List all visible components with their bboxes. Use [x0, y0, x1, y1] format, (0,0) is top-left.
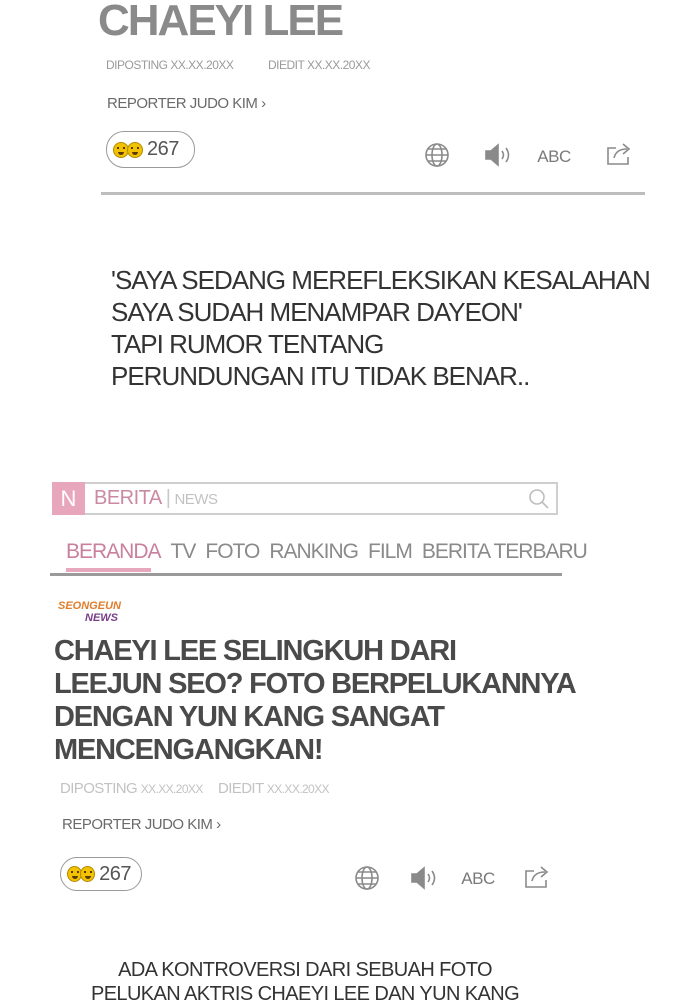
speaker-icon[interactable] — [482, 141, 514, 169]
brand-name: BERITA — [94, 487, 162, 509]
posted-label: DIPOSTING — [60, 780, 138, 797]
nav-item-beranda[interactable]: BERANDA — [66, 540, 162, 564]
nav-item-tv[interactable]: TV — [171, 540, 197, 564]
nav-item-film[interactable]: FILM — [368, 540, 413, 564]
share-icon[interactable] — [521, 863, 553, 891]
posted-date: DIPOSTING XX.XX.20XX — [106, 58, 234, 72]
font-size-button[interactable]: ABC — [536, 144, 572, 170]
globe-icon[interactable] — [423, 141, 451, 169]
headline: CHAEYI LEE SELINGKUH DARI LEEJUN SEO? FO… — [54, 635, 577, 767]
headline-line: CHAEYI LEE SELINGKUH DARI — [54, 635, 457, 667]
search-icon[interactable] — [527, 487, 551, 511]
reaction-button[interactable]: 267 — [106, 131, 195, 168]
headline-line: LEEJUN SEO? FOTO BERPELUKANNYA — [54, 668, 577, 700]
article-title: CHAEYI LEE — [98, 0, 344, 45]
main-nav: BERANDA TV FOTO RANKING FILM BERITA TERB… — [66, 540, 588, 564]
site-logo[interactable]: N — [52, 482, 85, 515]
brand-sub: NEWS — [174, 491, 218, 508]
posted-date: DIPOSTING XX.XX.20XX — [60, 780, 203, 797]
posted-value: XX.XX.20XX — [140, 782, 204, 796]
quote-line: PERUNDUNGAN ITU TIDAK BENAR.. — [111, 361, 530, 391]
edited-date: DIEDIT XX.XX.20XX — [268, 58, 371, 72]
globe-icon[interactable] — [353, 864, 381, 892]
outlet-logo: SEONGEUN — [58, 600, 121, 612]
reaction-count: 267 — [147, 138, 179, 160]
edited-value: XX.XX.20XX — [266, 782, 330, 796]
nav-item-ranking[interactable]: RANKING — [269, 540, 359, 564]
article-intro: ADA KONTROVERSI DARI SEBUAH FOTO PELUKAN… — [0, 958, 610, 1006]
reporter-link[interactable]: REPORTER JUDO KIM › — [107, 95, 266, 112]
emoji-icon — [127, 141, 143, 158]
headline-line: DENGAN YUN KANG SANGAT — [54, 701, 445, 733]
reporter-link[interactable]: REPORTER JUDO KIM › — [62, 816, 221, 833]
site-brand: BERITA | NEWS — [94, 487, 218, 509]
nav-divider — [50, 573, 562, 576]
speaker-icon[interactable] — [408, 864, 440, 892]
divider — [101, 192, 645, 195]
active-nav-indicator — [66, 568, 151, 572]
article-quote: 'SAYA SEDANG MEREFLEKSIKAN KESALAHAN SAY… — [111, 264, 651, 392]
outlet-logo-sub: NEWS — [85, 612, 118, 624]
quote-line: TAPI RUMOR TENTANG — [111, 329, 384, 359]
edited-label: DIEDIT — [218, 780, 264, 797]
quote-line: SAYA SUDAH MENAMPAR DAYEON' — [111, 297, 523, 327]
font-size-button[interactable]: ABC — [460, 866, 496, 892]
edited-date: DIEDIT XX.XX.20XX — [218, 780, 330, 797]
emoji-icon — [80, 866, 96, 882]
intro-line: ADA KONTROVERSI DARI SEBUAH FOTO — [118, 959, 492, 981]
share-icon[interactable] — [603, 140, 635, 168]
quote-line: 'SAYA SEDANG MEREFLEKSIKAN KESALAHAN — [111, 265, 651, 295]
reaction-count: 267 — [99, 862, 131, 885]
reaction-button[interactable]: 267 — [60, 857, 142, 891]
nav-item-berita-terbaru[interactable]: BERITA TERBARU — [422, 540, 588, 564]
headline-line: MENCENGANGKAN! — [54, 734, 324, 766]
nav-item-foto[interactable]: FOTO — [205, 540, 260, 564]
intro-line: PELUKAN AKTRIS CHAEYI LEE DAN YUN KANG — [90, 983, 520, 1005]
